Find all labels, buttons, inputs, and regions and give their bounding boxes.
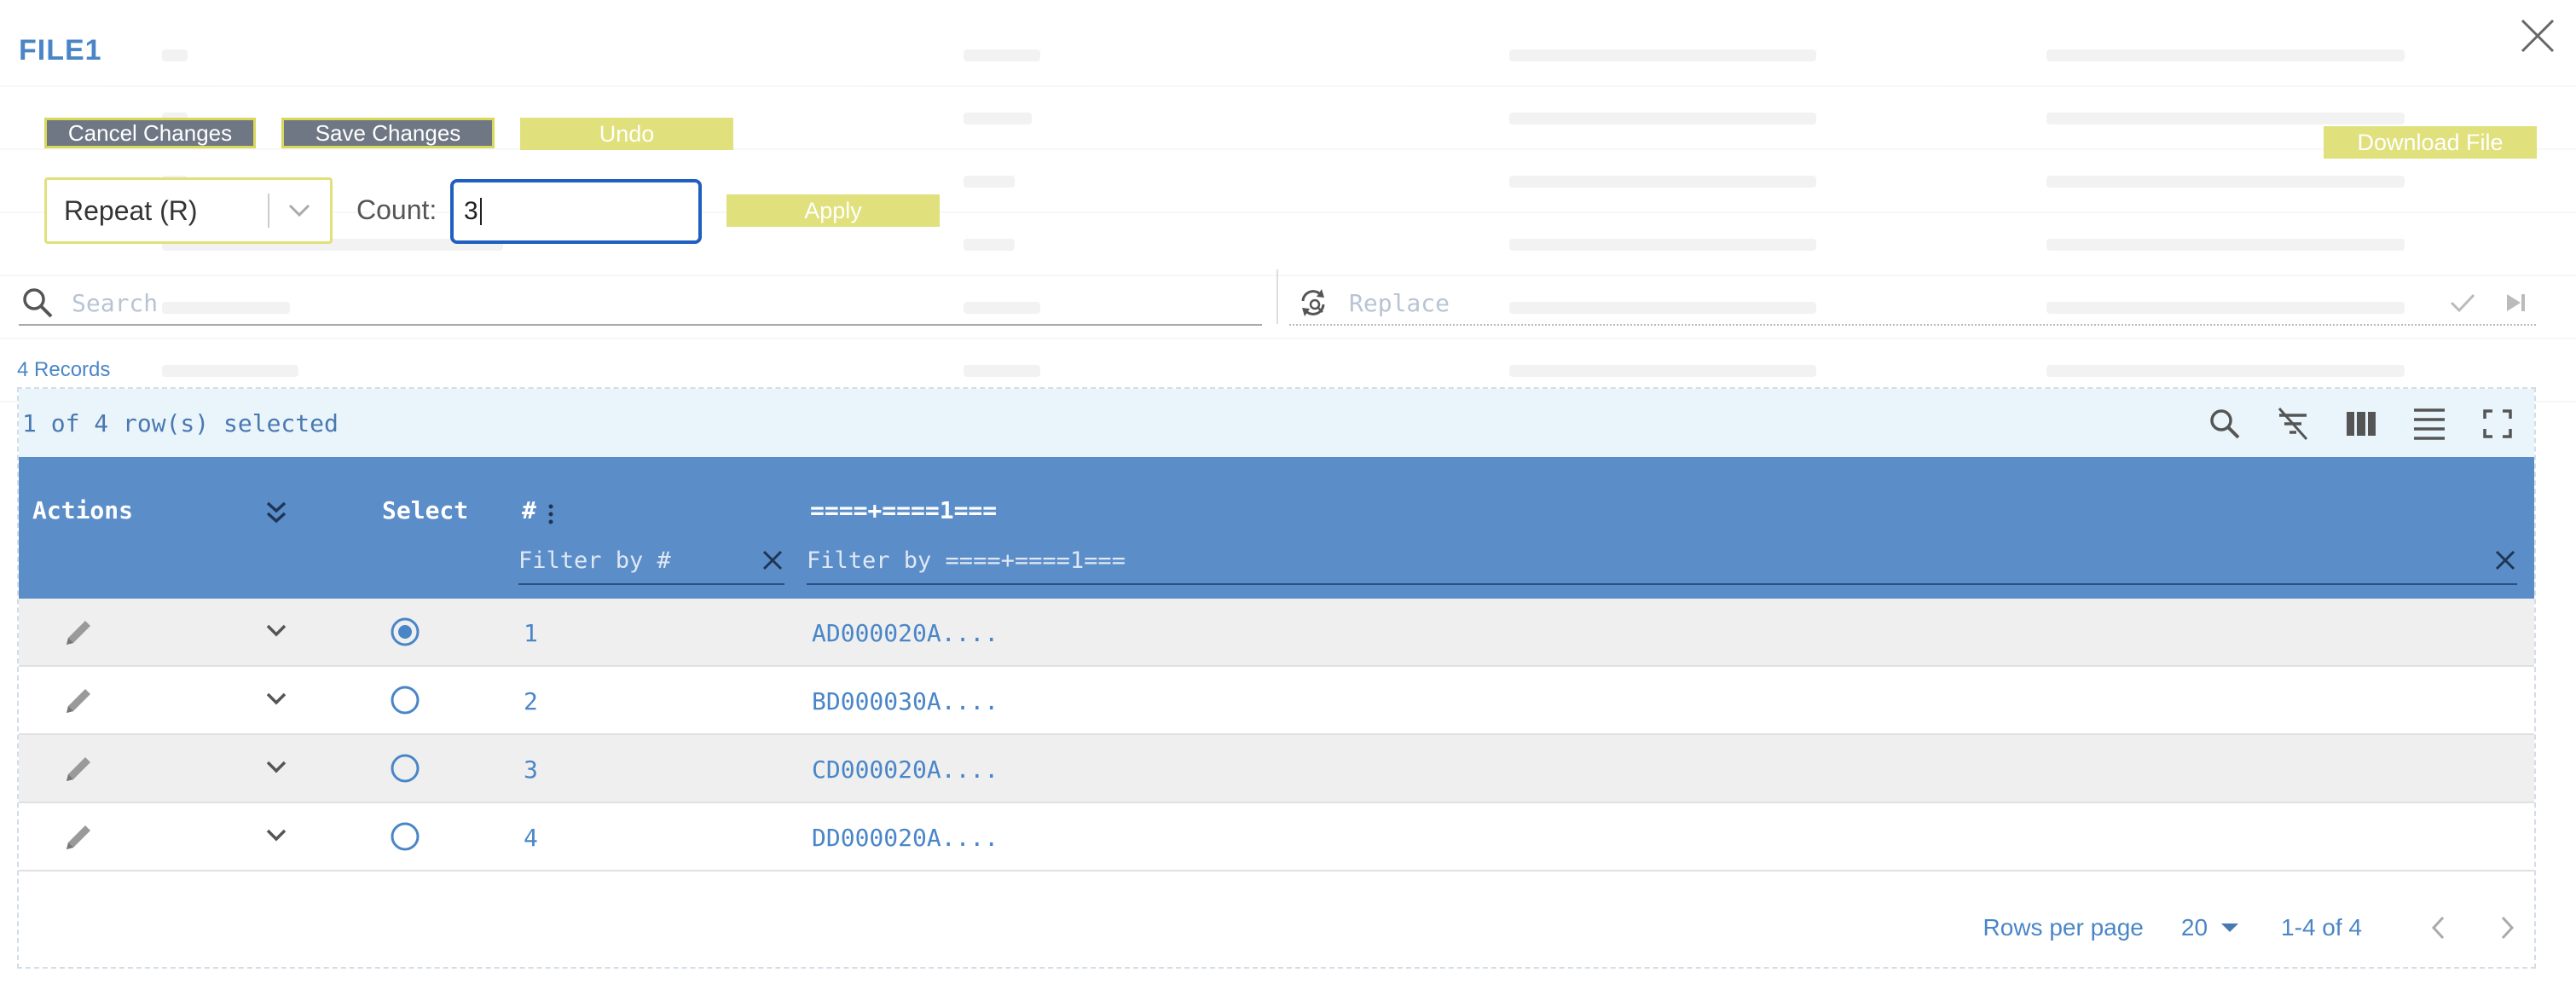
chevron-down-icon[interactable] [264, 827, 288, 848]
close-button[interactable] [2517, 15, 2558, 56]
close-icon [2521, 19, 2555, 53]
fullscreen-icon[interactable] [2478, 404, 2517, 443]
row-value: AD000020A.... [812, 619, 999, 647]
radio-selected[interactable] [389, 616, 421, 652]
radio-unselected[interactable] [389, 752, 421, 789]
row-number: 1 [524, 619, 538, 647]
check-icon[interactable] [2447, 287, 2478, 318]
column-number[interactable]: # [522, 496, 536, 524]
count-input-value: 3 [464, 197, 478, 225]
edit-icon[interactable] [61, 752, 96, 790]
table-header: Actions Select # ====+====1=== Filter by… [19, 457, 2534, 599]
cancel-changes-button[interactable]: Cancel Changes [44, 118, 256, 148]
edit-icon[interactable] [61, 684, 96, 722]
selection-status: 1 of 4 row(s) selected [22, 408, 339, 437]
chevron-down-icon[interactable] [264, 759, 288, 780]
row-value: DD000020A.... [812, 824, 999, 852]
actions-cell [19, 667, 237, 733]
table-row[interactable]: 2 BD000030A.... [19, 667, 2534, 735]
table-row[interactable]: 3 CD000020A.... [19, 735, 2534, 803]
records-count: 4 Records [17, 358, 111, 381]
filter-data-input[interactable]: Filter by ====+====1=== [807, 537, 2517, 585]
chevron-down-icon[interactable] [264, 691, 288, 712]
download-file-button[interactable]: Download File [2324, 126, 2537, 159]
file-editor-modal: FILE1 Cancel Changes Save Changes Undo D… [0, 0, 2576, 990]
columns-icon[interactable] [2342, 404, 2381, 443]
column-menu-icon[interactable] [547, 503, 554, 530]
operation-select-value: Repeat (R) [64, 194, 198, 226]
search-divider [1276, 269, 1278, 324]
row-number: 2 [524, 687, 538, 715]
chevron-right-icon [2501, 916, 2515, 940]
previous-page-button[interactable] [2430, 915, 2447, 941]
table-row[interactable]: 1 AD000020A.... [19, 599, 2534, 667]
rows-per-page-select[interactable]: 20 [2181, 914, 2240, 941]
replace-input[interactable]: Replace [1289, 281, 2536, 326]
pagination: Rows per page 20 1-4 of 4 [19, 887, 2534, 969]
find-replace-icon [1301, 289, 1325, 316]
rows-per-page-label: Rows per page [1983, 914, 2144, 941]
clear-filter-icon[interactable] [2493, 548, 2517, 572]
filter-number-input[interactable]: Filter by # [518, 537, 784, 585]
skip-next-icon[interactable] [2502, 289, 2529, 316]
search-input[interactable]: Search [19, 281, 1262, 326]
filter-off-icon[interactable] [2273, 404, 2313, 443]
chevron-down-icon[interactable] [269, 203, 330, 218]
chevron-left-icon [2431, 916, 2445, 940]
operation-select[interactable]: Repeat (R) [44, 177, 333, 244]
search-icon [23, 288, 53, 318]
density-icon[interactable] [2410, 404, 2449, 443]
count-input[interactable]: 3 [450, 179, 702, 244]
rows-per-page-value: 20 [2180, 914, 2208, 941]
replace-placeholder: Replace [1349, 288, 1450, 317]
column-data[interactable]: ====+====1=== [810, 496, 997, 524]
count-label: Count: [356, 194, 437, 225]
row-number: 3 [524, 756, 538, 784]
modal-title: FILE1 [19, 34, 102, 67]
column-select: Select [382, 496, 469, 524]
clear-filter-icon[interactable] [761, 548, 784, 572]
table-search-icon[interactable] [2205, 404, 2244, 443]
actions-cell [19, 803, 237, 870]
text-caret [479, 198, 482, 225]
edit-icon[interactable] [61, 616, 96, 654]
row-number: 4 [524, 824, 538, 852]
row-value: BD000030A.... [812, 687, 999, 715]
chevron-down-icon[interactable] [264, 622, 288, 644]
page-range: 1-4 of 4 [2281, 914, 2362, 941]
data-table: 1 of 4 row(s) selected Actions Select # … [17, 387, 2536, 969]
next-page-button[interactable] [2498, 915, 2515, 941]
apply-button[interactable]: Apply [726, 194, 940, 227]
table-row[interactable]: 4 DD000020A.... [19, 803, 2534, 871]
actions-cell [19, 735, 237, 802]
undo-button[interactable]: Undo [520, 118, 733, 150]
filter-number-placeholder: Filter by # [518, 547, 671, 574]
save-changes-button[interactable]: Save Changes [281, 118, 495, 148]
filter-data-placeholder: Filter by ====+====1=== [807, 547, 1126, 574]
actions-cell [19, 599, 237, 665]
search-placeholder: Search [72, 288, 159, 317]
row-value: CD000020A.... [812, 756, 999, 784]
table-toolbar [2205, 404, 2517, 443]
radio-unselected[interactable] [389, 820, 421, 857]
column-actions: Actions [32, 496, 134, 524]
expand-all-icon[interactable] [264, 500, 288, 530]
caret-down-icon [2221, 923, 2239, 932]
radio-unselected[interactable] [389, 684, 421, 721]
selection-bar: 1 of 4 row(s) selected [19, 389, 2534, 457]
edit-icon[interactable] [61, 820, 96, 859]
